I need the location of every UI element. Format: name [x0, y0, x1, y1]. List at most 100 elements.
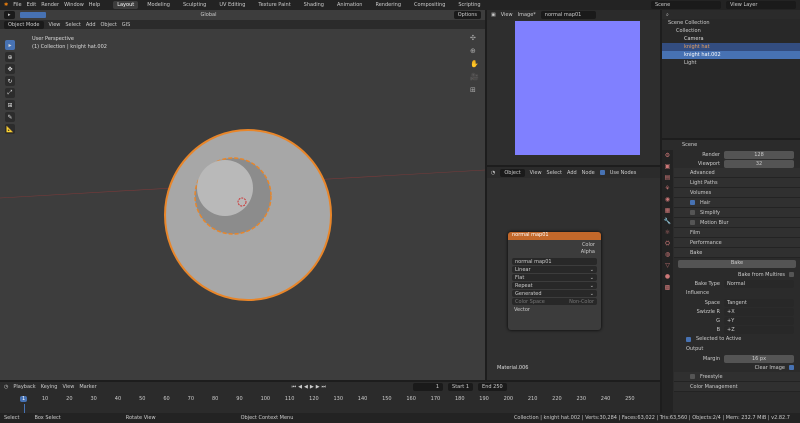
workspace-tab-uv-editing[interactable]: UV Editing	[215, 1, 249, 9]
outliner-item[interactable]: Camera	[662, 35, 800, 43]
clear-image-checkbox[interactable]	[789, 365, 794, 370]
viewport-menu-object[interactable]: Object	[101, 22, 117, 28]
editor-type-icon[interactable]: ◷	[4, 384, 8, 390]
swizzle-g-dropdown[interactable]: +Y	[724, 316, 794, 325]
scene-render	[0, 129, 485, 301]
viewport-samples-field[interactable]: 32	[724, 159, 794, 168]
mode-selector[interactable]: Object Mode	[4, 20, 44, 29]
extension-dropdown[interactable]: Repeat ⌄	[512, 282, 597, 289]
shader-type-selector[interactable]: Object	[500, 168, 525, 177]
node-menu-select[interactable]: Select	[547, 170, 562, 176]
outliner-scene-collection[interactable]: Scene Collection	[662, 19, 800, 27]
color-space-dropdown[interactable]: Color Space Non-Color	[512, 298, 597, 305]
swizzle-b-dropdown[interactable]: +Z	[724, 325, 794, 334]
playhead[interactable]	[24, 404, 25, 413]
workspace-tab-layout[interactable]: Layout	[113, 1, 139, 9]
panel-color-management[interactable]: Color Management	[674, 382, 800, 392]
timeline[interactable]: ◷ Playback Keying View Marker ⏮◀◀▶▶⏭ 1 S…	[0, 382, 660, 413]
timeline-ruler[interactable]: 1 10 20 30 40 50 60 70 80 90 100 110 120 130 140 150 160…	[0, 394, 660, 404]
blender-logo-icon[interactable]: ✱	[4, 2, 8, 8]
selected-to-active-subpanel[interactable]: Selected to Active	[674, 334, 800, 344]
menu-help[interactable]: Help	[89, 2, 100, 8]
navigation-gizmos[interactable]: ✣ ⊕ ✋ 🎥 ⊞	[470, 32, 479, 97]
options-button[interactable]: Options	[453, 11, 481, 19]
bake-type-dropdown[interactable]: Normal	[724, 279, 794, 288]
menu-edit[interactable]: Edit	[27, 2, 37, 8]
status-info: Collection | knight hat.002 | Verts:30,2…	[513, 415, 790, 421]
node-menu-view[interactable]: View	[530, 170, 542, 176]
output-color-socket[interactable]: Color	[508, 242, 601, 248]
image-texture-node[interactable]: normal map01 Color Alpha normal map01 Li…	[508, 232, 601, 330]
interpolation-dropdown[interactable]: Linear ⌄	[512, 266, 597, 273]
start-frame-field[interactable]: Start 1	[448, 382, 474, 391]
menu-render[interactable]: Render	[41, 2, 59, 8]
panel-advanced[interactable]: Advanced	[674, 168, 800, 178]
panel-hair[interactable]: Hair	[674, 198, 800, 208]
workspace-tab-sculpting[interactable]: Sculpting	[179, 1, 210, 9]
properties-tabs[interactable]: ⚙ ▣ ▤ ⚘ ◉ ▦ 🔧 ⚛ ⛭ ◍ ▽ ● ▩	[662, 150, 673, 413]
panel-light-paths[interactable]: Light Paths	[674, 178, 800, 188]
node-image-selector[interactable]: normal map01	[512, 258, 597, 265]
space-dropdown[interactable]: Tangent	[724, 298, 794, 307]
input-vector-socket[interactable]: Vector	[508, 307, 601, 313]
outliner-item[interactable]: Light	[662, 59, 800, 67]
workspace-tab-modeling[interactable]: Modeling	[143, 1, 174, 9]
workspace-tab-rendering[interactable]: Rendering	[371, 1, 405, 9]
playback-controls[interactable]: ⏮◀◀▶▶⏭	[292, 384, 328, 390]
node-menu-add[interactable]: Add	[567, 170, 577, 176]
scene-selector[interactable]: Scene	[651, 1, 721, 9]
projection-dropdown[interactable]: Flat ⌄	[512, 274, 597, 281]
margin-field[interactable]: 16 px	[724, 354, 794, 363]
outliner-item[interactable]: knight hat	[662, 43, 800, 51]
timeline-menu-keying[interactable]: Keying	[41, 384, 58, 390]
transform-orientation[interactable]: Global	[201, 12, 217, 18]
bake-button[interactable]: Bake	[678, 260, 796, 268]
node-menu-node[interactable]: Node	[582, 170, 595, 176]
panel-bake[interactable]: Bake	[674, 248, 800, 258]
bake-multires-checkbox[interactable]	[789, 272, 794, 277]
tool-settings-button[interactable]: ▸	[4, 11, 15, 19]
outliner-item[interactable]: knight hat.002	[662, 51, 800, 59]
source-dropdown[interactable]: Generated ⌄	[512, 290, 597, 297]
image-menu-view[interactable]: View	[501, 12, 513, 18]
3d-viewport[interactable]: ▸ Global Options Object Mode View Select…	[0, 10, 485, 380]
editor-type-icon[interactable]: ◔	[491, 170, 495, 176]
selection-mode-buttons[interactable]	[19, 12, 46, 18]
view-layer-selector[interactable]: View Layer	[726, 1, 796, 9]
use-nodes-checkbox[interactable]	[599, 170, 605, 175]
bake-multires-label: Bake from Multires	[738, 271, 785, 278]
image-menu-image[interactable]: Image*	[518, 12, 536, 18]
viewport-menu-select[interactable]: Select	[65, 22, 80, 28]
output-alpha-socket[interactable]: Alpha	[508, 249, 601, 255]
panel-performance[interactable]: Performance	[674, 238, 800, 248]
end-frame-field[interactable]: End 250	[478, 382, 507, 391]
viewport-menu-gis[interactable]: GIS	[122, 22, 131, 28]
outliner-item[interactable]: Collection	[662, 27, 800, 35]
workspace-tab-compositing[interactable]: Compositing	[410, 1, 449, 9]
timeline-menu-playback[interactable]: Playback	[13, 384, 35, 390]
panel-volumes[interactable]: Volumes	[674, 188, 800, 198]
menu-file[interactable]: File	[13, 2, 21, 8]
influence-subpanel[interactable]: Influence	[674, 288, 800, 298]
viewport-menu-view[interactable]: View	[49, 22, 61, 28]
swizzle-r-dropdown[interactable]: +X	[724, 307, 794, 316]
panel-motion-blur[interactable]: Motion Blur	[674, 218, 800, 228]
filter-icon[interactable]: ⌕	[666, 12, 669, 18]
workspace-tab-scripting[interactable]: Scripting	[454, 1, 484, 9]
timeline-menu-view[interactable]: View	[62, 384, 74, 390]
panel-film[interactable]: Film	[674, 228, 800, 238]
render-samples-field[interactable]: 128	[724, 150, 794, 159]
panel-freestyle[interactable]: Freestyle	[674, 372, 800, 382]
menu-window[interactable]: Window	[64, 2, 84, 8]
timeline-menu-marker[interactable]: Marker	[79, 384, 96, 390]
workspace-tab-texture-paint[interactable]: Texture Paint	[254, 1, 294, 9]
viewport-menu-add[interactable]: Add	[86, 22, 96, 28]
image-editor[interactable]: ▣ View Image* normal map01	[487, 10, 660, 165]
image-selector[interactable]: normal map01	[540, 11, 596, 19]
workspace-tab-animation[interactable]: Animation	[333, 1, 367, 9]
workspace-tab-shading[interactable]: Shading	[300, 1, 328, 9]
current-frame-field[interactable]: 1	[413, 382, 444, 391]
editor-type-icon[interactable]: ▣	[491, 12, 496, 18]
panel-simplify[interactable]: Simplify	[674, 208, 800, 218]
output-subpanel[interactable]: Output	[674, 344, 800, 354]
